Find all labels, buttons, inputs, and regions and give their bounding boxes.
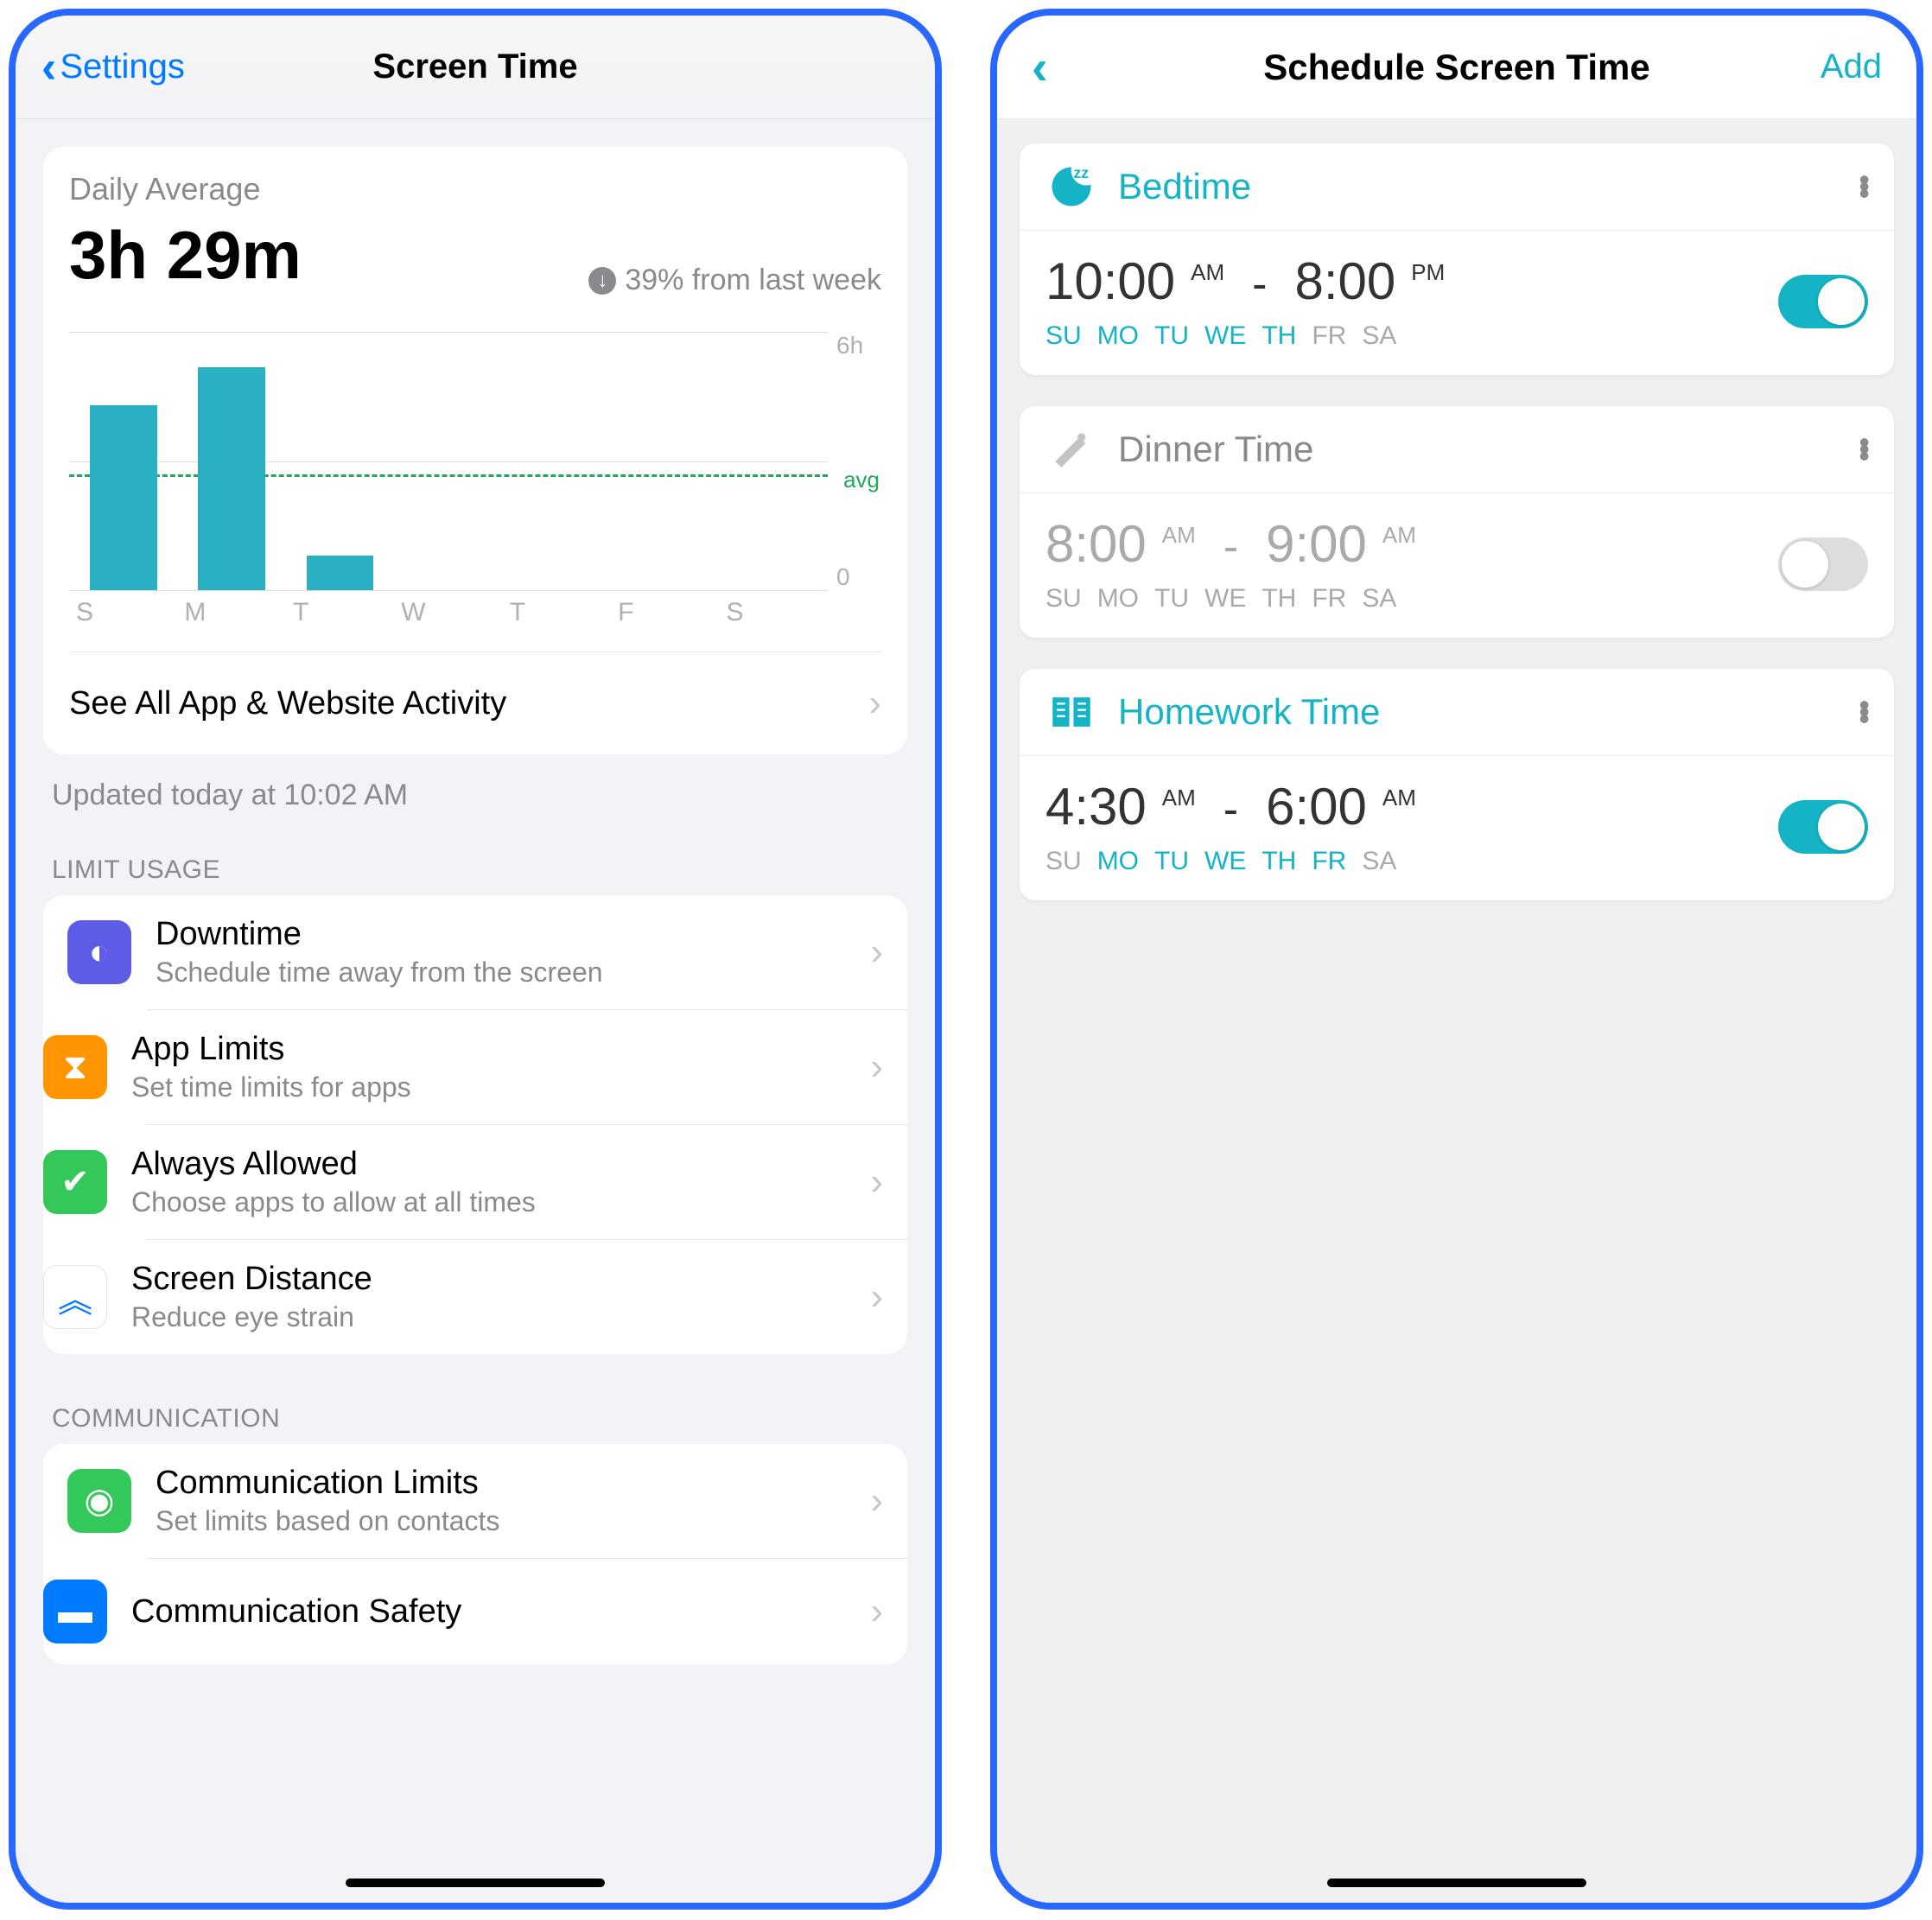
- schedule-dinner-time: Dinner Time ••• 8:00AM-9:00AM SUMOTUWETHFRS…: [1020, 406, 1894, 638]
- row-title: Screen Distance: [131, 1261, 846, 1298]
- row-subtitle: Schedule time away from the screen: [156, 957, 846, 989]
- row-title: Communication Safety: [131, 1593, 846, 1631]
- change-text: 39% from last week: [625, 264, 881, 297]
- phone-screen-time: ‹ Settings Screen Time Daily Average 3h …: [9, 9, 942, 1910]
- see-all-label: See All App & Website Activity: [69, 685, 506, 722]
- enable-toggle[interactable]: [1778, 275, 1868, 328]
- days-row[interactable]: SUMOTUWETHFRSA: [1045, 321, 1761, 351]
- schedule-title: Dinner Time: [1118, 429, 1313, 470]
- row-subtitle: Set limits based on contacts: [156, 1505, 846, 1537]
- row-communication-limits[interactable]: ◉ Communication LimitsSet limits based on…: [43, 1444, 907, 1558]
- home-indicator[interactable]: [346, 1879, 605, 1887]
- limit-usage-list: ◐ Downtime Schedule time away from the scr…: [43, 895, 907, 1354]
- more-options-button[interactable]: •••: [1859, 176, 1868, 197]
- chevron-right-icon: ›: [870, 1275, 883, 1319]
- row-app-limits[interactable]: ⧗App LimitsSet time limits for apps›: [147, 1009, 907, 1124]
- row-screen-distance[interactable]: ︽Screen DistanceReduce eye strain›: [147, 1239, 907, 1354]
- usage-chart[interactable]: avg 6h 0: [69, 332, 881, 591]
- chevron-right-icon: ›: [870, 1479, 883, 1523]
- chart-bar: [307, 556, 374, 590]
- book-icon: [1045, 686, 1097, 738]
- chevron-right-icon: ›: [870, 1160, 883, 1204]
- chevron-right-icon: ›: [870, 931, 883, 974]
- arrow-down-circle-icon: ↓: [588, 267, 616, 295]
- chart-bar: [90, 405, 157, 590]
- add-button[interactable]: Add: [1821, 48, 1882, 86]
- person-circle-icon: ◉: [67, 1469, 131, 1533]
- enable-toggle[interactable]: [1778, 537, 1868, 591]
- days-row[interactable]: SUMOTUWETHFRSA: [1045, 847, 1761, 876]
- schedule-title: Homework Time: [1118, 691, 1380, 733]
- chevron-right-icon: ›: [870, 1046, 883, 1089]
- checkmark-shield-icon: ✔: [43, 1150, 107, 1214]
- section-header-limit-usage: LIMIT USAGE: [43, 836, 907, 895]
- bell-icon: [1045, 423, 1097, 475]
- moon-clock-icon: ◐: [67, 920, 131, 984]
- chart-bar: [198, 367, 265, 590]
- usage-summary-card: Daily Average 3h 29m ↓ 39% from last wee…: [43, 147, 907, 754]
- nav-bar: ‹ Schedule Screen Time Add: [997, 16, 1916, 119]
- x-axis: SMTWTFS: [69, 598, 828, 627]
- moon-zzz-icon: zz: [1045, 161, 1097, 213]
- schedule-title: Bedtime: [1118, 166, 1251, 207]
- summary-subtitle: Daily Average: [69, 171, 881, 207]
- row-title: Communication Limits: [156, 1465, 846, 1502]
- time-range[interactable]: 4:30AM-6:00AM: [1045, 777, 1761, 836]
- schedule-list: zz Bedtime ••• 10:00AM-8:00PM SUMOTUWETHFRSA…: [997, 119, 1916, 925]
- page-title: Schedule Screen Time: [997, 47, 1916, 88]
- row-communication-safety[interactable]: ▬Communication Safety›: [147, 1558, 907, 1664]
- enable-toggle[interactable]: [1778, 800, 1868, 854]
- nav-bar: ‹ Settings Screen Time: [16, 16, 935, 119]
- days-row[interactable]: SUMOTUWETHFRSA: [1045, 584, 1761, 614]
- more-options-button[interactable]: •••: [1859, 702, 1868, 722]
- updated-timestamp: Updated today at 10:02 AM: [43, 754, 907, 836]
- row-subtitle: Reduce eye strain: [131, 1301, 846, 1333]
- time-range[interactable]: 10:00AM-8:00PM: [1045, 251, 1761, 311]
- communication-list: ◉ Communication LimitsSet limits based on…: [43, 1444, 907, 1664]
- section-header-communication: COMMUNICATION: [43, 1385, 907, 1444]
- hourglass-icon: ⧗: [43, 1035, 107, 1099]
- phone-schedule: ‹ Schedule Screen Time Add zz Bedtime ••• 1…: [990, 9, 1923, 1910]
- schedule-bedtime: zz Bedtime ••• 10:00AM-8:00PM SUMOTUWETHFRSA: [1020, 143, 1894, 375]
- back-button[interactable]: ‹: [1032, 39, 1048, 95]
- schedule-homework-time: Homework Time ••• 4:30AM-6:00AM SUMOTUWETHF…: [1020, 669, 1894, 900]
- home-indicator[interactable]: [1327, 1879, 1586, 1887]
- row-title: App Limits: [131, 1031, 846, 1068]
- chevron-right-icon: ›: [868, 682, 881, 725]
- row-title: Downtime: [156, 916, 846, 953]
- row-always-allowed[interactable]: ✔Always AllowedChoose apps to allow at a…: [147, 1124, 907, 1239]
- row-subtitle: Set time limits for apps: [131, 1071, 846, 1103]
- more-options-button[interactable]: •••: [1859, 439, 1868, 460]
- back-button[interactable]: ‹ Settings: [41, 41, 185, 93]
- back-label: Settings: [60, 48, 185, 86]
- y-axis: 6h 0: [828, 332, 881, 591]
- row-downtime[interactable]: ◐ Downtime Schedule time away from the scr…: [43, 895, 907, 1009]
- time-range[interactable]: 8:00AM-9:00AM: [1045, 514, 1761, 574]
- chevrons-up-icon: ︽: [43, 1265, 107, 1329]
- see-all-activity-row[interactable]: See All App & Website Activity ›: [69, 652, 881, 754]
- shield-icon: ▬: [43, 1580, 107, 1643]
- row-title: Always Allowed: [131, 1146, 846, 1183]
- avg-label: avg: [843, 467, 880, 493]
- svg-text:zz: zz: [1074, 164, 1090, 181]
- row-subtitle: Choose apps to allow at all times: [131, 1186, 846, 1218]
- chevron-right-icon: ›: [870, 1590, 883, 1633]
- chevron-left-icon: ‹: [41, 41, 56, 93]
